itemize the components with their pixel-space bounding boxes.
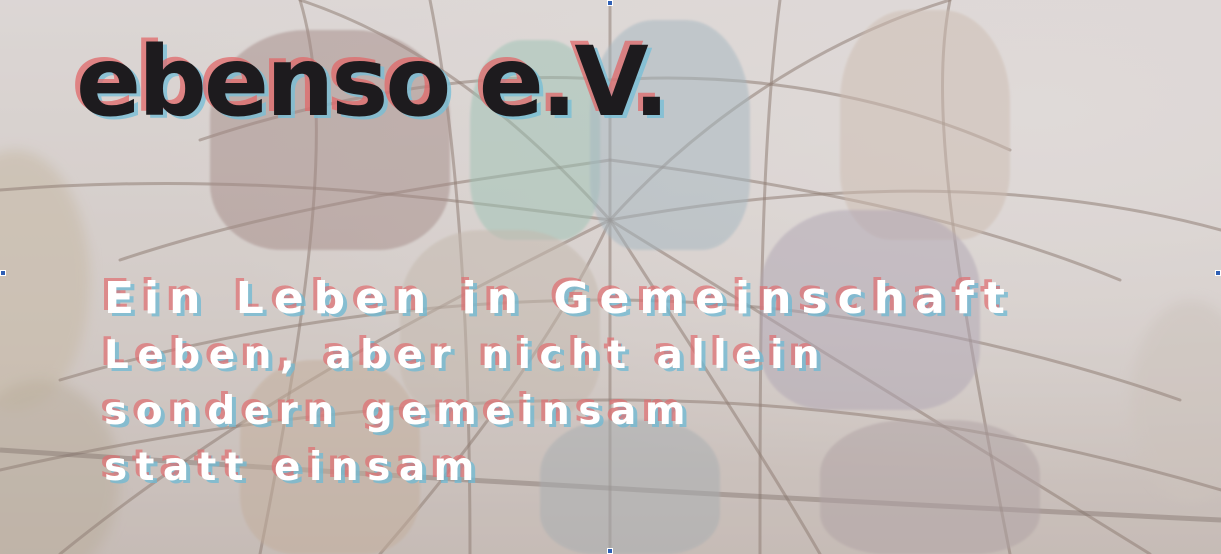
tagline-line: statt einsam [104, 445, 483, 490]
tagline-group: Ein Leben in Gemeinschaft Leben, aber ni… [104, 270, 1015, 496]
resize-handle-bottom[interactable] [607, 548, 613, 554]
tagline-line: sondern gemeinsam [104, 389, 694, 434]
tagline-main: Ein Leben in Gemeinschaft [104, 273, 1015, 324]
site-title: ebenso e.V. [76, 26, 670, 138]
tagline-line: Leben, aber nicht allein [104, 333, 829, 378]
resize-handle-top[interactable] [607, 0, 613, 6]
resize-handle-left[interactable] [0, 270, 6, 276]
resize-handle-right[interactable] [1215, 270, 1221, 276]
hero-banner: ebenso e.V. Ein Leben in Gemeinschaft Le… [0, 0, 1221, 554]
